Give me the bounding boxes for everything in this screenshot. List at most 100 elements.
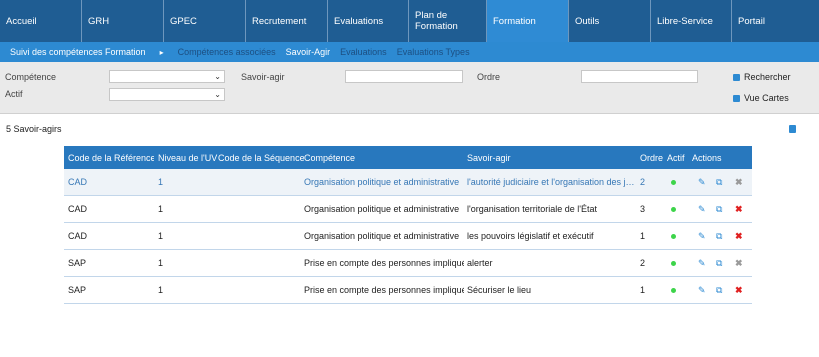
subnav-savoir-agir[interactable]: Savoir-Agir bbox=[286, 47, 331, 57]
cell-ordre: 1 bbox=[640, 285, 646, 295]
savoir-agir-input[interactable] bbox=[345, 70, 463, 83]
cell-ordre: 2 bbox=[640, 177, 646, 187]
subnav-current[interactable]: Suivi des compétences Formation bbox=[10, 47, 146, 57]
cards-view-label: Vue Cartes bbox=[744, 93, 789, 103]
tab-outils[interactable]: Outils bbox=[569, 0, 651, 42]
header-savoir-agir[interactable]: Savoir-agir bbox=[467, 153, 635, 163]
edit-icon[interactable]: ✎ bbox=[698, 285, 706, 295]
savoir-agir-table: Code de la Référence Niveau de l'UV Code… bbox=[64, 146, 752, 304]
cell-savoir-agir: les pouvoirs législatif et exécutif bbox=[467, 231, 594, 241]
active-dot-icon bbox=[671, 288, 676, 293]
delete-icon[interactable]: ✖ bbox=[735, 258, 743, 268]
cell-code-reference: SAP bbox=[68, 258, 87, 268]
header-competence[interactable]: Compétence bbox=[304, 153, 464, 163]
delete-icon[interactable]: ✖ bbox=[735, 177, 743, 187]
tab-label: Portail bbox=[738, 15, 765, 27]
cell-competence: Organisation politique et administrative bbox=[304, 231, 460, 241]
subnav-competences-associees[interactable]: Compétences associées bbox=[178, 47, 276, 57]
cell-code-reference: CAD bbox=[68, 177, 88, 187]
active-dot-icon bbox=[671, 180, 676, 185]
actif-label: Actif bbox=[5, 89, 23, 99]
cell-savoir-agir: l'organisation territoriale de l'État bbox=[467, 204, 598, 214]
ordre-input[interactable] bbox=[581, 70, 698, 83]
header-actif[interactable]: Actif bbox=[667, 153, 691, 163]
header-code-sequence[interactable]: Code de la Séquence bbox=[218, 153, 304, 163]
export-icon[interactable] bbox=[789, 125, 796, 133]
header-niveau-uv[interactable]: Niveau de l'UV bbox=[158, 153, 218, 163]
chevron-down-icon: ⌄ bbox=[214, 72, 221, 81]
tab-libre-service[interactable]: Libre-Service bbox=[651, 0, 732, 42]
active-dot-icon bbox=[671, 261, 676, 266]
tab-recrutement[interactable]: Recrutement bbox=[246, 0, 328, 42]
table-header: Code de la Référence Niveau de l'UV Code… bbox=[64, 146, 752, 169]
table-row[interactable]: CAD 1 Organisation politique et administra… bbox=[64, 169, 752, 196]
sub-navigation: Suivi des compétences Formation ▸ Compét… bbox=[0, 42, 819, 62]
tab-label: Plan de Formation bbox=[415, 10, 458, 32]
cell-niveau-uv: 1 bbox=[158, 285, 164, 295]
results-count: 5 Savoir-agirs bbox=[6, 124, 62, 134]
tab-formation[interactable]: Formation bbox=[487, 0, 569, 42]
header-code-reference[interactable]: Code de la Référence bbox=[68, 153, 154, 163]
tab-label: GRH bbox=[88, 15, 110, 27]
savoir-agir-label: Savoir-agir bbox=[241, 72, 285, 82]
header-actions: Actions bbox=[692, 152, 722, 163]
actif-select[interactable]: ⌄ bbox=[109, 88, 225, 101]
cell-niveau-uv: 1 bbox=[158, 177, 164, 187]
tab-plan-de-formation[interactable]: Plan de Formation bbox=[409, 0, 487, 42]
chevron-down-icon: ⌄ bbox=[214, 90, 221, 99]
delete-icon[interactable]: ✖ bbox=[735, 231, 743, 241]
chevron-right-icon: ▸ bbox=[159, 47, 164, 57]
cards-icon bbox=[733, 94, 740, 102]
cell-savoir-agir: l'autorité judiciaire et l'organisation … bbox=[467, 177, 635, 187]
table-row[interactable]: CAD 1 Organisation politique et administra… bbox=[64, 196, 752, 223]
cell-competence: Prise en compte des personnes impliquées bbox=[304, 258, 464, 268]
copy-icon[interactable]: ⧉ bbox=[716, 204, 722, 214]
delete-icon[interactable]: ✖ bbox=[735, 204, 743, 214]
cell-ordre: 2 bbox=[640, 258, 646, 268]
tab-label: Accueil bbox=[6, 15, 37, 27]
cell-code-reference: CAD bbox=[68, 231, 88, 241]
subnav-evaluations-types[interactable]: Evaluations Types bbox=[397, 47, 470, 57]
edit-icon[interactable]: ✎ bbox=[698, 231, 706, 241]
cards-view-button[interactable]: Vue Cartes bbox=[733, 93, 789, 103]
search-button-label: Rechercher bbox=[744, 72, 791, 82]
copy-icon[interactable]: ⧉ bbox=[716, 258, 722, 268]
cell-code-reference: CAD bbox=[68, 204, 88, 214]
cell-niveau-uv: 1 bbox=[158, 258, 164, 268]
filter-panel: Compétence ⌄ Actif ⌄ Savoir-agir Ordre R… bbox=[0, 62, 819, 114]
table-row[interactable]: SAP 1 Prise en compte des personnes impliq… bbox=[64, 277, 752, 304]
table-row[interactable]: CAD 1 Organisation politique et administra… bbox=[64, 223, 752, 250]
copy-icon[interactable]: ⧉ bbox=[716, 231, 722, 241]
competence-select[interactable]: ⌄ bbox=[109, 70, 225, 83]
tab-label: Evaluations bbox=[334, 15, 384, 27]
cell-competence: Organisation politique et administrative bbox=[304, 177, 460, 187]
tab-label: Libre-Service bbox=[657, 15, 713, 27]
subnav-evaluations[interactable]: Evaluations bbox=[340, 47, 387, 57]
tab-portail[interactable]: Portail bbox=[732, 0, 819, 42]
cell-savoir-agir: Sécuriser le lieu bbox=[467, 285, 532, 295]
tab-label: Outils bbox=[575, 15, 600, 27]
ordre-label: Ordre bbox=[477, 72, 501, 82]
delete-icon[interactable]: ✖ bbox=[735, 285, 743, 295]
search-button[interactable]: Rechercher bbox=[733, 72, 791, 82]
copy-icon[interactable]: ⧉ bbox=[716, 177, 722, 187]
competence-label: Compétence bbox=[5, 72, 57, 82]
tab-label: GPEC bbox=[170, 15, 197, 27]
cell-savoir-agir: alerter bbox=[467, 258, 493, 268]
copy-icon[interactable]: ⧉ bbox=[716, 285, 722, 295]
tab-evaluations[interactable]: Evaluations bbox=[328, 0, 409, 42]
tab-accueil[interactable]: Accueil bbox=[0, 0, 82, 42]
tab-gpec[interactable]: GPEC bbox=[164, 0, 246, 42]
search-icon bbox=[733, 73, 740, 81]
cell-competence: Prise en compte des personnes impliquées bbox=[304, 285, 464, 295]
table-row[interactable]: SAP 1 Prise en compte des personnes impliq… bbox=[64, 250, 752, 277]
cell-ordre: 1 bbox=[640, 231, 646, 241]
edit-icon[interactable]: ✎ bbox=[698, 204, 706, 214]
header-ordre[interactable]: Ordre bbox=[640, 153, 664, 163]
top-navigation: Accueil GRH GPEC Recrutement Evaluations… bbox=[0, 0, 819, 42]
tab-grh[interactable]: GRH bbox=[82, 0, 164, 42]
edit-icon[interactable]: ✎ bbox=[698, 177, 706, 187]
cell-ordre: 3 bbox=[640, 204, 646, 214]
cell-niveau-uv: 1 bbox=[158, 204, 164, 214]
edit-icon[interactable]: ✎ bbox=[698, 258, 706, 268]
